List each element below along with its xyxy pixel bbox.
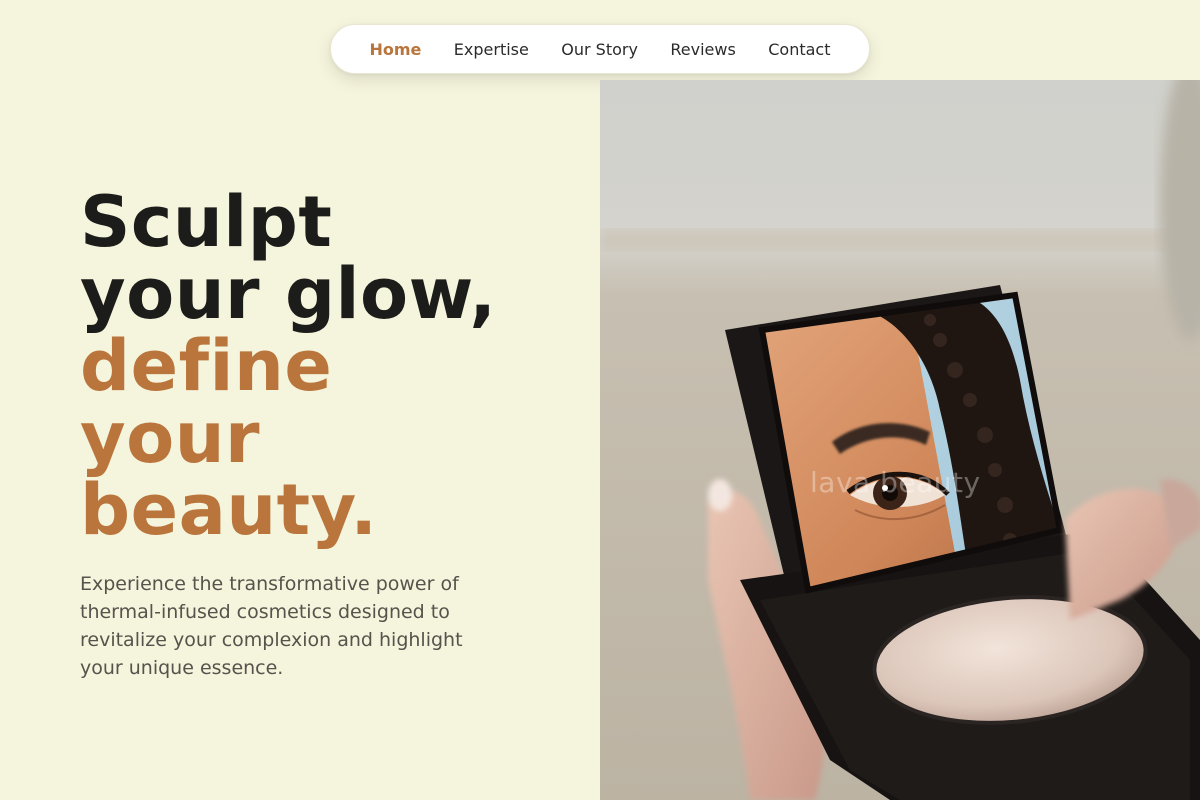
nav-link-home[interactable]: Home bbox=[369, 40, 421, 59]
image-watermark: lava beauty bbox=[810, 466, 981, 499]
hero-headline: Sculpt your glow, define your beauty. bbox=[80, 186, 580, 546]
nav-link-our-story[interactable]: Our Story bbox=[561, 40, 638, 59]
headline-line-1: Sculpt bbox=[80, 181, 333, 263]
main-nav: Home Expertise Our Story Reviews Contact bbox=[330, 24, 870, 74]
headline-line-3: define bbox=[80, 325, 333, 407]
nav-link-contact[interactable]: Contact bbox=[768, 40, 830, 59]
nav-link-reviews[interactable]: Reviews bbox=[670, 40, 735, 59]
headline-line-4: your bbox=[80, 397, 261, 479]
hero-image: lava beauty bbox=[600, 80, 1200, 800]
headline-line-2: your glow, bbox=[80, 253, 497, 335]
compact-mirror-illustration bbox=[600, 80, 1200, 800]
nav-link-expertise[interactable]: Expertise bbox=[454, 40, 529, 59]
hero-description: Experience the transformative power of t… bbox=[80, 573, 463, 679]
headline-line-5: beauty. bbox=[80, 469, 378, 551]
